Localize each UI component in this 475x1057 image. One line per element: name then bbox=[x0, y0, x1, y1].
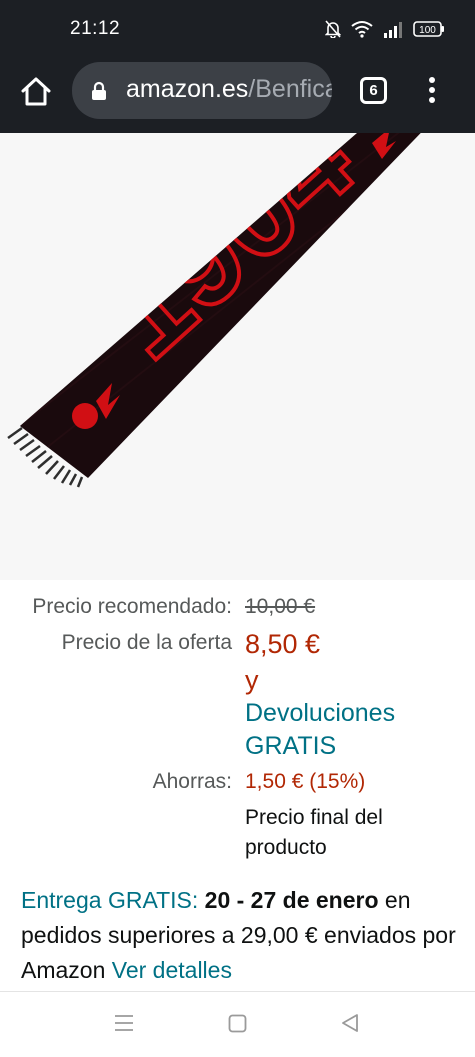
tab-switcher-button[interactable]: 6 bbox=[360, 77, 387, 104]
battery-level: 100 bbox=[419, 25, 436, 36]
final-price-note: Precio final del producto bbox=[245, 803, 383, 863]
product-image[interactable]: 1904 bbox=[0, 133, 475, 580]
delivery-message: Entrega GRATIS: 20 - 27 de enero en pedi… bbox=[21, 883, 461, 988]
crest-icon bbox=[72, 403, 98, 429]
savings-label: Ahorras: bbox=[152, 770, 232, 793]
savings-value: 1,50 € (15%) bbox=[245, 770, 366, 793]
status-bar: 21:12 100 bbox=[0, 0, 475, 60]
free-returns-line2: GRATIS bbox=[245, 732, 337, 760]
more-vert-icon bbox=[429, 77, 435, 103]
list-price-value: 10,00 € bbox=[245, 595, 316, 618]
home-icon bbox=[21, 77, 51, 106]
list-price-label: Precio recomendado: bbox=[32, 595, 232, 618]
status-icons: 100 bbox=[325, 18, 445, 40]
scarf-illustration: 1904 bbox=[7, 133, 440, 488]
url-path: /Benfica-Bufanda bbox=[248, 75, 332, 103]
lock-icon bbox=[92, 81, 106, 100]
signal-icon bbox=[384, 22, 402, 38]
status-time: 21:12 bbox=[70, 18, 121, 39]
deal-price-label: Precio de la oferta bbox=[61, 631, 232, 654]
deal-price-value: 8,50 € bbox=[245, 629, 321, 659]
home-nav-icon[interactable] bbox=[228, 1014, 247, 1033]
final-price-note-line2: producto bbox=[245, 836, 327, 859]
recents-menu-icon[interactable] bbox=[114, 1014, 134, 1032]
battery-icon: 100 bbox=[413, 21, 444, 37]
delivery-details-link[interactable]: Ver detalles bbox=[112, 957, 232, 983]
mute-bell-icon bbox=[325, 20, 341, 38]
back-nav-icon[interactable] bbox=[341, 1013, 359, 1033]
address-bar[interactable]: amazon.es/Benfica-Bufanda bbox=[72, 62, 332, 119]
system-nav-bar bbox=[0, 991, 475, 1057]
deal-conjunction: y bbox=[245, 665, 259, 695]
final-price-note-line1: Precio final del bbox=[245, 806, 383, 829]
delivery-dates: 20 - 27 de enero bbox=[204, 887, 379, 913]
browser-toolbar: amazon.es/Benfica-Bufanda 6 bbox=[0, 60, 475, 133]
free-returns-line1: Devoluciones bbox=[245, 699, 396, 727]
home-button[interactable] bbox=[18, 74, 54, 110]
url-text: amazon.es/Benfica-Bufanda bbox=[126, 75, 332, 104]
free-returns-link[interactable]: Devoluciones GRATIS bbox=[245, 697, 395, 763]
overflow-menu-button[interactable] bbox=[420, 74, 444, 108]
free-delivery-label: Entrega GRATIS: bbox=[21, 887, 199, 913]
wifi-icon bbox=[351, 21, 373, 38]
url-domain: amazon.es bbox=[126, 75, 249, 103]
